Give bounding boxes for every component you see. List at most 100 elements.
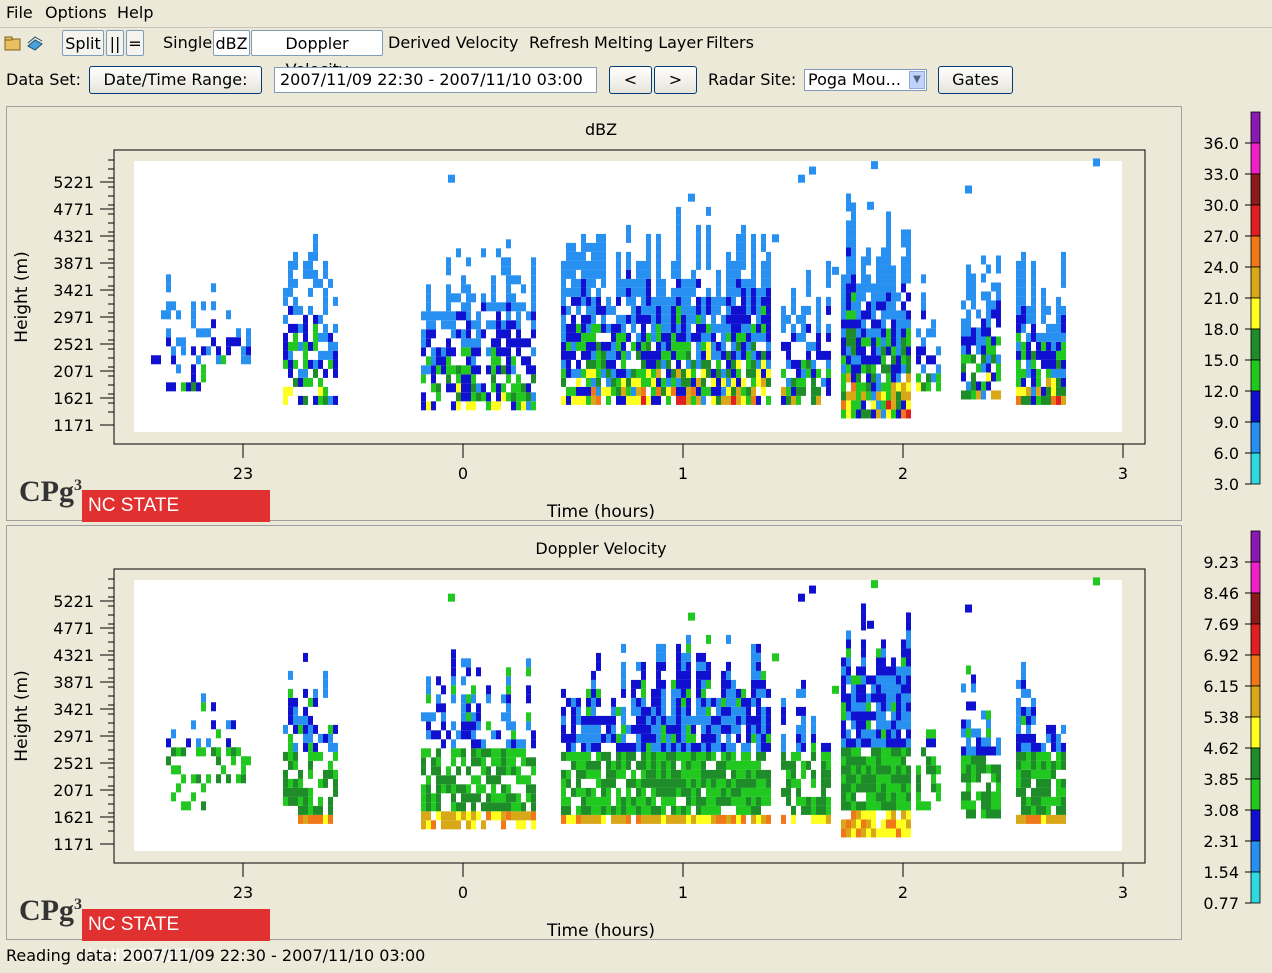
echo-cell	[896, 765, 901, 775]
echo-cell	[996, 764, 1001, 774]
echo-cell	[906, 657, 911, 667]
echo-cell	[206, 738, 211, 748]
echo-cell	[656, 269, 661, 279]
echo-cell	[186, 738, 191, 748]
echo-cell	[866, 675, 871, 685]
echo-cell	[1041, 305, 1046, 315]
echo-cell	[1061, 368, 1066, 378]
echo-cell	[431, 757, 436, 767]
echo-cell	[1056, 787, 1061, 797]
filters-button[interactable]: Filters	[706, 30, 754, 56]
echo-cell	[511, 730, 516, 740]
echo-cell	[756, 296, 761, 306]
echo-cell	[616, 386, 621, 396]
echo-cell	[971, 336, 976, 346]
echo-cell	[851, 256, 856, 266]
echo-cell	[901, 765, 906, 775]
echo-cell	[466, 784, 471, 794]
echo-cell	[701, 341, 706, 351]
echo-cell	[756, 697, 761, 707]
echo-cell	[906, 355, 911, 365]
echo-cell	[501, 320, 506, 330]
echo-cell	[896, 292, 901, 302]
echo-cell	[916, 382, 921, 392]
side-by-side-button[interactable]: ||	[106, 30, 124, 56]
echo-cell	[756, 778, 761, 788]
echo-cell	[308, 796, 313, 806]
derived-velocity-button[interactable]: Derived Velocity	[388, 30, 519, 56]
echo-cell	[171, 346, 176, 356]
echo-cell	[796, 796, 801, 806]
echo-cell	[318, 796, 323, 806]
menu-options[interactable]: Options	[45, 3, 107, 22]
radar-site-select[interactable]: Poga Mou... ▼	[804, 69, 927, 91]
previous-button[interactable]: <	[609, 66, 652, 94]
echo-cell	[686, 287, 691, 297]
echo-cell	[636, 760, 641, 770]
echo-cell	[476, 667, 481, 677]
stacked-button[interactable]: =	[126, 30, 144, 56]
echo-cell	[626, 224, 631, 234]
date-time-range-field[interactable]: 2007/11/09 22:30 - 2007/11/10 03:00	[274, 67, 597, 93]
echo-cell	[471, 347, 476, 357]
echo-cell	[886, 328, 891, 338]
echo-cell	[616, 269, 621, 279]
echo-cell	[976, 791, 981, 801]
echo-cell	[966, 327, 971, 337]
dbz-toggle[interactable]: dBZ	[213, 30, 250, 56]
echo-cell	[426, 676, 431, 686]
echo-cell	[896, 346, 901, 356]
echo-cell	[656, 697, 661, 707]
open-book-icon[interactable]	[26, 34, 44, 56]
echo-cell	[866, 783, 871, 793]
open-folder-icon[interactable]	[4, 34, 22, 56]
echo-cell	[901, 801, 906, 811]
split-button[interactable]: Split	[62, 30, 104, 56]
echo-cell	[886, 409, 891, 419]
echo-cell	[811, 386, 816, 396]
echo-cell	[701, 386, 706, 396]
echo-cell	[706, 706, 711, 716]
echo-cell	[846, 711, 851, 721]
echo-cell	[886, 283, 891, 293]
echo-cell	[721, 350, 726, 360]
echo-cell	[511, 748, 516, 758]
echo-cell	[991, 345, 996, 355]
echo-cell	[851, 720, 856, 730]
single-button[interactable]: Single	[163, 30, 212, 56]
chevron-down-icon[interactable]: ▼	[909, 71, 925, 89]
x-axis-label: Time (hours)	[546, 502, 655, 520]
refresh-button[interactable]: Refresh	[529, 30, 589, 56]
echo-cell	[1061, 314, 1066, 324]
echo-cell	[641, 796, 646, 806]
echo-cell	[303, 733, 308, 743]
echo-cell	[811, 395, 816, 405]
echo-cell	[441, 820, 446, 830]
melting-layer-button[interactable]: Melting Layer	[594, 30, 703, 56]
echo-cell	[966, 764, 971, 774]
echo-cell	[303, 323, 308, 333]
echo-cell	[1036, 386, 1041, 396]
next-button[interactable]: >	[654, 66, 697, 94]
echo-cell	[176, 337, 181, 347]
echo-cell	[596, 733, 601, 743]
echo-cell	[586, 769, 591, 779]
echo-cell	[521, 811, 526, 821]
echo-cell	[1021, 377, 1026, 387]
echo-cell	[991, 809, 996, 819]
echo-cell	[496, 757, 501, 767]
echo-cell	[961, 327, 966, 337]
echo-cell	[586, 242, 591, 252]
echo-cell	[736, 350, 741, 360]
date-time-range-button[interactable]: Date/Time Range:	[89, 66, 262, 94]
echo-cell	[441, 365, 446, 375]
gates-button[interactable]: Gates	[938, 66, 1013, 94]
echo-cell	[441, 347, 446, 357]
menu-file[interactable]: File	[6, 3, 33, 22]
echo-cell	[216, 747, 221, 757]
doppler-velocity-toggle[interactable]: Doppler Velocity	[251, 30, 383, 79]
echo-cell	[293, 751, 298, 761]
menu-help[interactable]: Help	[117, 3, 153, 22]
echo-cell	[1061, 323, 1066, 333]
echo-cell	[981, 363, 986, 373]
